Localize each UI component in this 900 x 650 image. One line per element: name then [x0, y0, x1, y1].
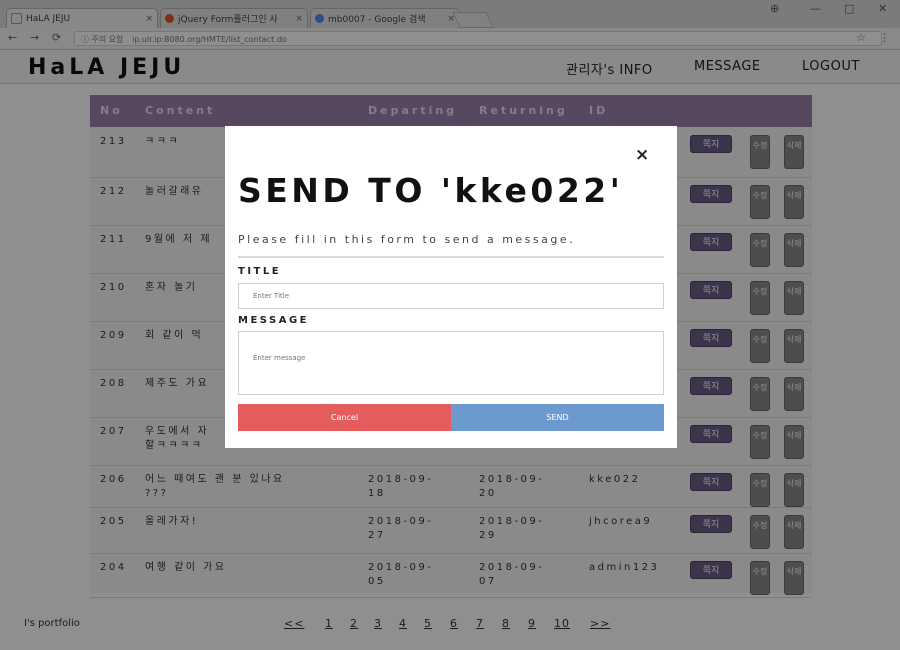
- title-label: TITLE: [238, 266, 282, 277]
- modal-title: SEND TO 'kke022': [238, 171, 624, 210]
- send-button[interactable]: SEND: [451, 404, 664, 431]
- cancel-button[interactable]: Cancel: [238, 404, 451, 431]
- close-icon[interactable]: ×: [635, 145, 649, 165]
- send-message-modal: × SEND TO 'kke022' Please fill in this f…: [225, 126, 677, 448]
- message-textarea[interactable]: [238, 331, 664, 395]
- divider: [238, 256, 664, 258]
- message-label: MESSAGE: [238, 315, 310, 326]
- modal-subtitle: Please fill in this form to send a messa…: [238, 233, 576, 246]
- title-input[interactable]: [238, 283, 664, 309]
